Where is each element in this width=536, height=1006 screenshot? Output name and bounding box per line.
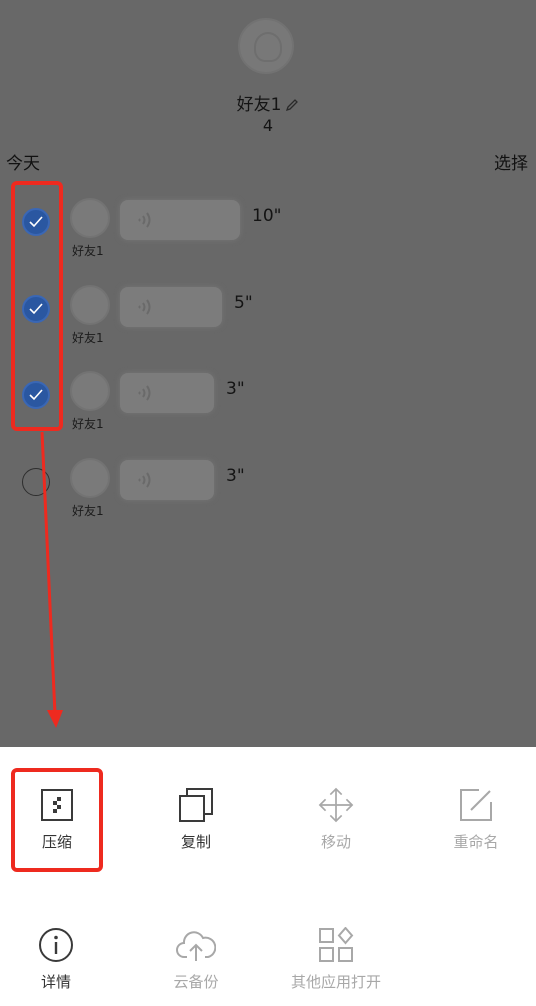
voice-duration: 5" [234, 293, 253, 313]
voice-wave-icon [138, 299, 151, 315]
message-row[interactable]: 好友1 3" [0, 369, 536, 455]
copy-icon [179, 788, 213, 822]
move-button[interactable]: 移动 [269, 787, 403, 852]
sender-name: 好友1 [72, 331, 104, 345]
voice-message-bubble[interactable] [120, 287, 222, 327]
voice-message-bubble[interactable] [120, 460, 214, 500]
message-row[interactable]: 好友1 10" [0, 196, 536, 282]
avatar [70, 198, 110, 238]
message-row[interactable]: 好友1 5" [0, 283, 536, 369]
sender-name: 好友1 [72, 244, 104, 258]
sender-name: 好友1 [72, 504, 104, 518]
voice-wave-icon [138, 212, 151, 228]
voice-duration: 3" [226, 379, 245, 399]
open-with-other-app-button[interactable]: 其他应用打开 [269, 927, 403, 992]
annotation-arrow-icon [40, 431, 63, 728]
cloud-backup-label: 云备份 [173, 973, 219, 991]
voice-message-bubble[interactable] [120, 200, 240, 240]
copy-label: 复制 [180, 833, 211, 851]
rename-button[interactable]: 重命名 [409, 787, 536, 852]
contact-title: 好友1 [0, 90, 536, 117]
message-count: 4 [262, 116, 274, 135]
message-row[interactable]: 好友1 3" [0, 456, 536, 542]
annotation-highlight-compress [11, 768, 103, 872]
info-icon [39, 928, 73, 962]
cloud-upload-icon [176, 931, 216, 961]
cloud-backup-button[interactable]: 云备份 [129, 927, 263, 992]
edit-pencil-icon[interactable] [285, 97, 299, 117]
move-icon [318, 787, 354, 823]
voice-wave-icon [138, 385, 151, 401]
move-label: 移动 [320, 833, 351, 851]
contact-name: 好友1 [236, 95, 282, 115]
select-button[interactable]: 选择 [494, 149, 528, 174]
rename-label: 重命名 [453, 833, 499, 851]
sender-name: 好友1 [72, 417, 104, 431]
open-with-icon [319, 927, 354, 962]
date-group-label: 今天 [6, 154, 40, 174]
voice-duration: 10" [252, 206, 282, 226]
annotation-highlight-checkboxes [11, 181, 63, 431]
details-button[interactable]: 详情 [0, 927, 123, 992]
avatar [70, 458, 110, 498]
rename-icon [460, 789, 492, 821]
details-label: 详情 [40, 973, 71, 991]
open-with-label: 其他应用打开 [290, 973, 381, 991]
voice-duration: 3" [226, 466, 245, 486]
avatar [70, 371, 110, 411]
contact-avatar [238, 18, 294, 74]
voice-wave-icon [138, 472, 151, 488]
copy-button[interactable]: 复制 [129, 787, 263, 852]
voice-message-bubble[interactable] [120, 373, 214, 413]
avatar [70, 285, 110, 325]
